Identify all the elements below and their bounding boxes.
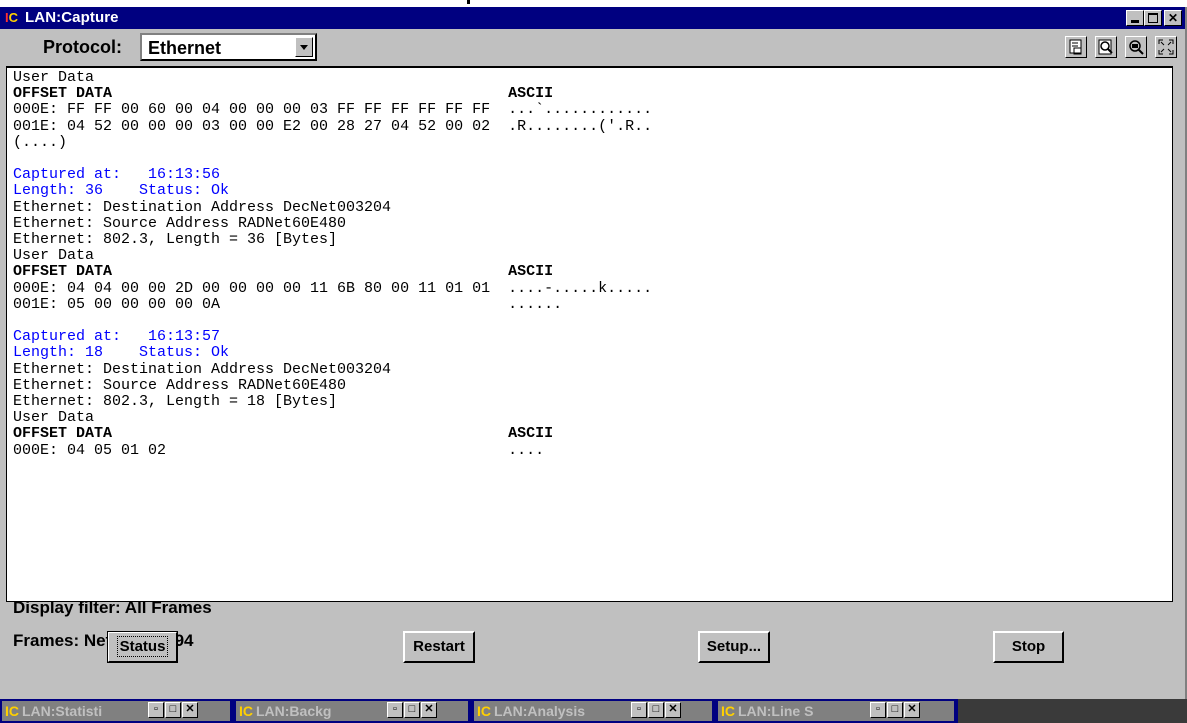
- minimized-windows-bar: IC LAN:Statisti ▫ □ ✕ IC LAN:Backg ▫ □ ✕ IC …: [0, 699, 1187, 723]
- capture-window: IC LAN:Capture ✕ Protocol: Ethernet User…: [0, 7, 1187, 699]
- title-bar[interactable]: IC LAN:Capture ✕: [0, 7, 1185, 29]
- toolbar: Protocol: Ethernet: [0, 29, 1185, 65]
- display-filter-text: Display filter: All Frames: [13, 598, 212, 617]
- close-button[interactable]: ✕: [1164, 10, 1182, 26]
- task-label: LAN:Backg: [256, 703, 332, 719]
- restart-button[interactable]: Restart: [403, 631, 475, 663]
- restore-icon[interactable]: ▫: [387, 702, 403, 718]
- protocol-select[interactable]: Ethernet: [140, 33, 317, 61]
- capture-line: Captured at: 16:13:57: [13, 328, 221, 346]
- task-label: LAN:Statisti: [22, 703, 103, 719]
- capture-line: OFFSET DATA ASCII: [13, 425, 554, 443]
- print-preview-button[interactable]: [1065, 36, 1087, 58]
- close-icon[interactable]: ✕: [421, 702, 437, 718]
- capture-line: OFFSET DATA ASCII: [13, 263, 554, 281]
- capture-line: Captured at: 16:13:56: [13, 166, 221, 184]
- capture-line: User Data: [13, 69, 95, 86]
- view-tools: [1065, 36, 1177, 58]
- maximize-button[interactable]: [1144, 10, 1162, 26]
- task-window-buttons: ▫ □ ✕: [870, 702, 920, 718]
- taskbar-empty-area: [958, 699, 1187, 723]
- zoom-search-button[interactable]: [1125, 36, 1147, 58]
- dropdown-arrow-icon[interactable]: [295, 37, 313, 57]
- app-icon: IC: [239, 703, 253, 719]
- restore-icon[interactable]: ▫: [631, 702, 647, 718]
- task-lan-analysis[interactable]: IC LAN:Analysis ▫ □ ✕: [474, 701, 712, 721]
- caption-buttons: ✕: [1126, 10, 1182, 26]
- protocol-value: Ethernet: [148, 38, 222, 58]
- maximize-icon: [1148, 13, 1158, 23]
- fullscreen-icon: [1158, 39, 1174, 55]
- capture-line: Ethernet: 802.3, Length = 36 [Bytes]: [13, 231, 338, 248]
- capture-line: 000E: FF FF 00 60 00 04 00 00 00 03 FF F…: [13, 101, 653, 119]
- close-icon[interactable]: ✕: [182, 702, 198, 718]
- minimize-button[interactable]: [1126, 10, 1144, 26]
- capture-line: Ethernet: Source Address RADNet60E480: [13, 376, 347, 394]
- status-button[interactable]: Status: [107, 631, 178, 663]
- capture-line: 001E: 05 00 00 00 00 0A ......: [13, 295, 563, 313]
- capture-line: Length: 36 Status: Ok: [13, 182, 230, 200]
- task-label: LAN:Line S: [738, 703, 814, 719]
- window-title: LAN:Capture: [25, 9, 119, 26]
- capture-line: Ethernet: Destination Address DecNet0032…: [13, 360, 392, 378]
- app-icon: IC: [477, 703, 491, 719]
- app-icon: IC: [5, 703, 19, 719]
- stop-button-label: Stop: [1011, 638, 1046, 655]
- maximize-icon[interactable]: □: [404, 702, 420, 718]
- capture-line: 001E: 04 52 00 00 00 03 00 00 E2 00 28 2…: [13, 117, 653, 135]
- task-window-buttons: ▫ □ ✕: [148, 702, 198, 718]
- desktop-strip: [0, 0, 1187, 7]
- capture-line: 000E: 04 04 00 00 2D 00 00 00 00 11 6B 8…: [13, 279, 653, 297]
- capture-line: User Data: [13, 409, 95, 427]
- setup-button-label: Setup...: [706, 638, 762, 655]
- protocol-label: Protocol:: [43, 37, 122, 57]
- capture-line: Length: 18 Status: Ok: [13, 344, 230, 362]
- task-lan-statistics[interactable]: IC LAN:Statisti ▫ □ ✕: [2, 701, 230, 721]
- minimize-icon: [1131, 20, 1139, 23]
- capture-line: Ethernet: Destination Address DecNet0032…: [13, 198, 392, 216]
- capture-line: (....): [13, 133, 68, 151]
- capture-line: Ethernet: 802.3, Length = 18 [Bytes]: [13, 393, 338, 410]
- zoom-page-icon: [1098, 39, 1113, 55]
- zoom-search-icon: [1129, 40, 1144, 55]
- task-window-buttons: ▫ □ ✕: [387, 702, 437, 718]
- capture-line: OFFSET DATA ASCII: [13, 85, 554, 103]
- setup-button[interactable]: Setup...: [698, 631, 770, 663]
- app-icon[interactable]: IC: [5, 9, 22, 26]
- close-icon[interactable]: ✕: [904, 702, 920, 718]
- capture-line: Ethernet: Source Address RADNet60E480: [13, 214, 347, 232]
- print-preview-icon: [1069, 39, 1082, 55]
- close-icon[interactable]: ✕: [665, 702, 681, 718]
- close-icon: ✕: [1167, 11, 1179, 25]
- zoom-page-button[interactable]: [1095, 36, 1117, 58]
- task-lan-line-status[interactable]: IC LAN:Line S ▫ □ ✕: [718, 701, 954, 721]
- app-icon: IC: [721, 703, 735, 719]
- maximize-icon[interactable]: □: [887, 702, 903, 718]
- capture-line: 000E: 04 05 01 02 ....: [13, 441, 545, 459]
- status-button-label: Status: [116, 636, 169, 657]
- restore-icon[interactable]: ▫: [148, 702, 164, 718]
- stray-pixel: [467, 0, 470, 4]
- capture-line: User Data: [13, 247, 95, 265]
- task-window-buttons: ▫ □ ✕: [631, 702, 681, 718]
- task-lan-background[interactable]: IC LAN:Backg ▫ □ ✕: [236, 701, 468, 721]
- maximize-icon[interactable]: □: [648, 702, 664, 718]
- task-label: LAN:Analysis: [494, 703, 586, 719]
- capture-text-pane[interactable]: User Data OFFSET DATA ASCII 000E: FF FF 00…: [6, 66, 1173, 602]
- restart-button-label: Restart: [413, 638, 465, 655]
- maximize-icon[interactable]: □: [165, 702, 181, 718]
- restore-icon[interactable]: ▫: [870, 702, 886, 718]
- fullscreen-button[interactable]: [1155, 36, 1177, 58]
- stop-button[interactable]: Stop: [993, 631, 1064, 663]
